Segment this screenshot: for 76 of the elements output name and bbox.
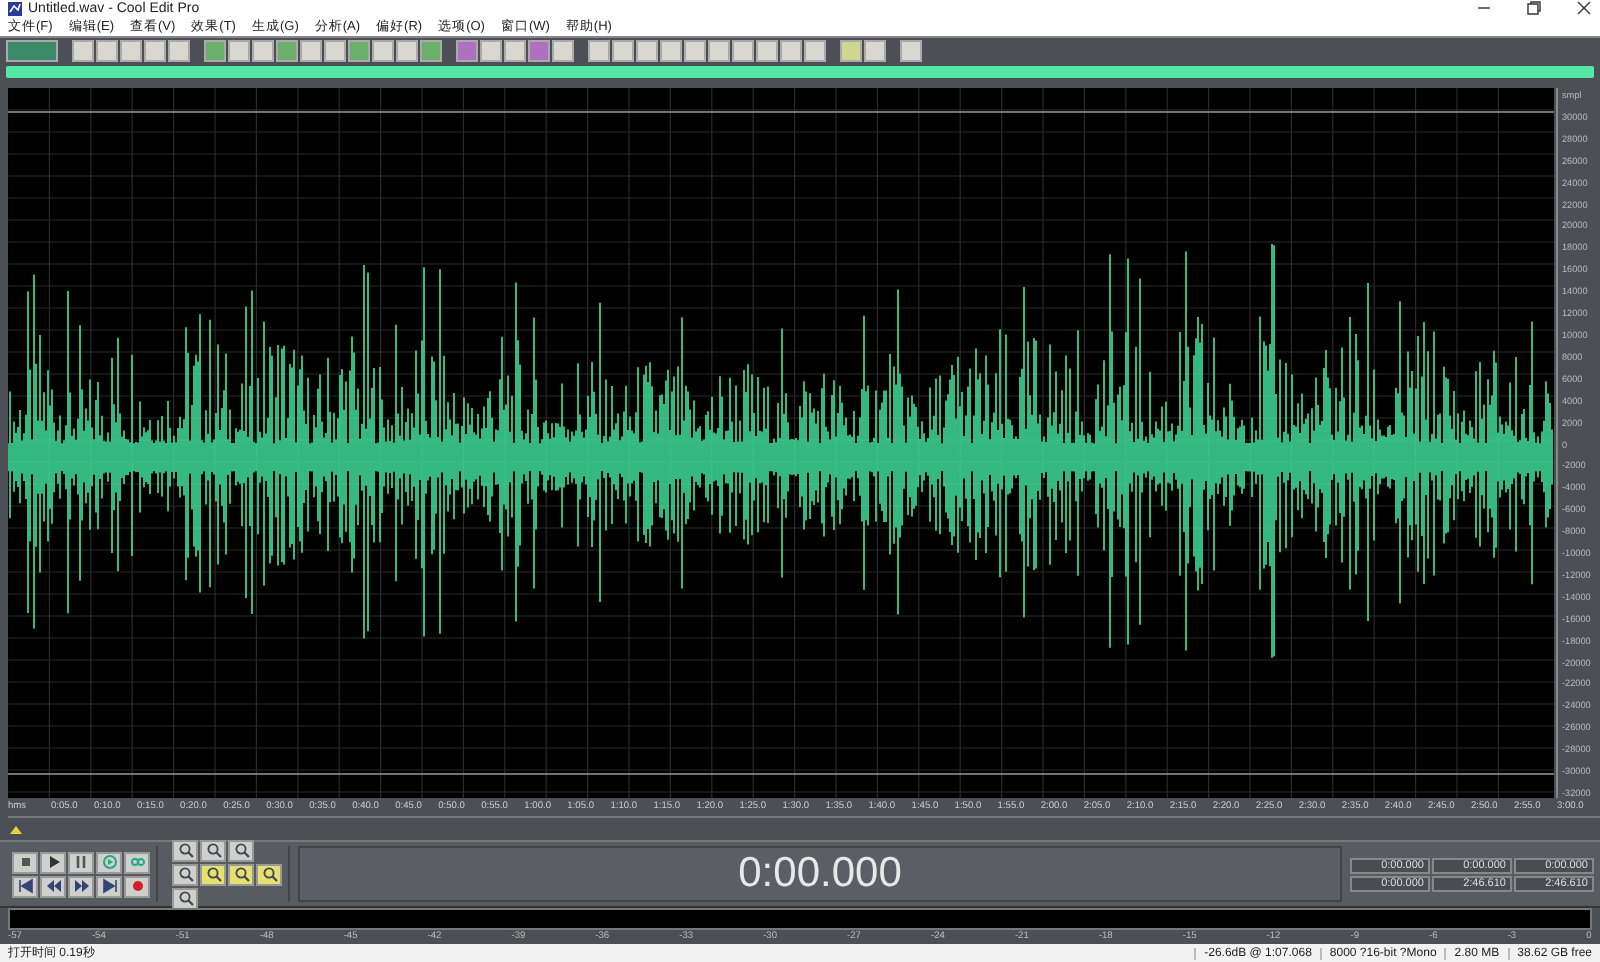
toolbar-button[interactable] xyxy=(804,39,826,62)
skip-back-button[interactable] xyxy=(12,875,38,898)
close-icon[interactable] xyxy=(1576,0,1592,17)
play-to-end-icon xyxy=(101,854,117,871)
toolbar-button[interactable] xyxy=(456,39,478,62)
toolbar-button[interactable] xyxy=(72,39,94,62)
magnifier-icon xyxy=(205,866,221,883)
magnifier-icon xyxy=(177,866,193,883)
playhead-marker-icon[interactable] xyxy=(10,826,22,835)
pause-button[interactable] xyxy=(68,851,94,874)
skip-back-icon xyxy=(17,878,33,895)
zoom-button[interactable] xyxy=(200,839,226,862)
zoom-button[interactable] xyxy=(228,863,254,886)
toolbar-button[interactable] xyxy=(552,39,574,62)
toolbar-button[interactable] xyxy=(276,39,298,62)
magnifier-icon xyxy=(177,842,193,859)
stop-icon xyxy=(17,854,33,871)
toolbar-button[interactable] xyxy=(756,39,778,62)
fast-forward-button[interactable] xyxy=(68,875,94,898)
toolbar-button[interactable] xyxy=(420,39,442,62)
toolbar-button[interactable] xyxy=(372,39,394,62)
magnifier-icon xyxy=(233,866,249,883)
toolbar-button[interactable] xyxy=(204,39,226,62)
toolbar-button[interactable] xyxy=(324,39,346,62)
toolbar-button[interactable] xyxy=(504,39,526,62)
zoom-button[interactable] xyxy=(200,863,226,886)
overview-bar[interactable] xyxy=(6,66,1594,79)
skip-forward-button[interactable] xyxy=(96,875,122,898)
toolbar-button[interactable] xyxy=(96,39,118,62)
skip-forward-icon xyxy=(101,878,117,895)
toolbar-button[interactable] xyxy=(480,39,502,62)
toolbar-button[interactable] xyxy=(900,39,922,62)
toolbar-button[interactable] xyxy=(144,39,166,62)
toolbar-button[interactable] xyxy=(528,39,550,62)
fast-forward-icon xyxy=(73,878,89,895)
play-to-end-button[interactable] xyxy=(96,851,122,874)
pause-icon xyxy=(73,854,89,871)
zoom-button[interactable] xyxy=(228,839,254,862)
toolbar-button[interactable] xyxy=(708,39,730,62)
toolbar-button[interactable] xyxy=(348,39,370,62)
zoom-button[interactable] xyxy=(172,839,198,862)
toolbar-button[interactable] xyxy=(612,39,634,62)
waveform-drawing[interactable] xyxy=(8,88,1554,799)
zoom-button[interactable] xyxy=(172,863,198,886)
record-icon xyxy=(129,878,145,895)
rewind-icon xyxy=(45,878,61,895)
toolbar-button[interactable] xyxy=(684,39,706,62)
toolbar-button[interactable] xyxy=(636,39,658,62)
play-button[interactable] xyxy=(40,851,66,874)
magnifier-icon xyxy=(233,842,249,859)
play-icon xyxy=(45,854,61,871)
toolbar-button[interactable] xyxy=(228,39,250,62)
toolbar-button[interactable] xyxy=(252,39,274,62)
toolbar-button[interactable] xyxy=(120,39,142,62)
toolbar-button[interactable] xyxy=(588,39,610,62)
toolbar-button[interactable] xyxy=(780,39,802,62)
toolbar-button[interactable] xyxy=(660,39,682,62)
toolbar-button[interactable] xyxy=(396,39,418,62)
stop-button[interactable] xyxy=(12,851,38,874)
loop-button[interactable] xyxy=(124,851,150,874)
toolbar-button[interactable] xyxy=(168,39,190,62)
time-readout: 0:00.000 xyxy=(738,850,902,899)
zoom-button[interactable] xyxy=(256,863,282,886)
rewind-button[interactable] xyxy=(40,875,66,898)
toolbar-button[interactable] xyxy=(732,39,754,62)
magnifier-icon xyxy=(177,890,193,907)
record-button[interactable] xyxy=(124,875,150,898)
magnifier-icon xyxy=(261,866,277,883)
toolbar-button[interactable] xyxy=(6,39,58,62)
toolbar-button[interactable] xyxy=(840,39,862,62)
loop-icon xyxy=(129,854,145,871)
restore-icon[interactable] xyxy=(1526,0,1542,17)
zoom-button[interactable] xyxy=(172,887,198,910)
toolbar-button[interactable] xyxy=(300,39,322,62)
magnifier-icon xyxy=(205,842,221,859)
toolbar-button[interactable] xyxy=(864,39,886,62)
